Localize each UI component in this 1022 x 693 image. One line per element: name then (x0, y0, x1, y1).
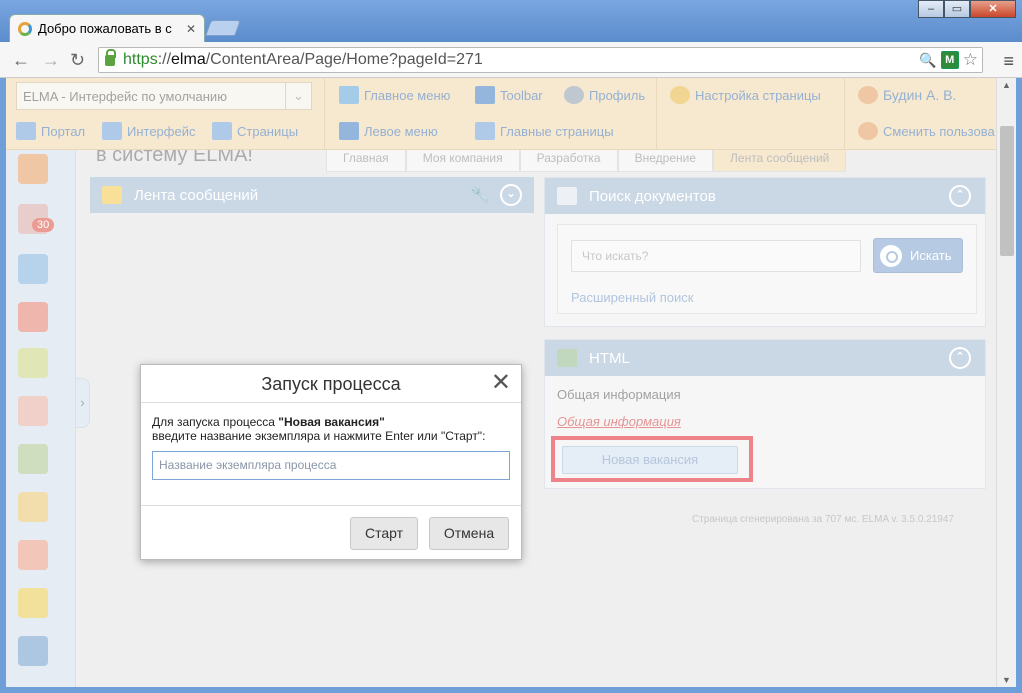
maximize-button[interactable]: ▭ (944, 0, 970, 18)
scroll-thumb[interactable] (1000, 126, 1014, 256)
close-window-button[interactable]: ✕ (970, 0, 1016, 18)
omnibox-actions: 🔍 M ☆ (919, 50, 978, 70)
page-content: в систему ELMA! Главная Моя компания Раз… (6, 78, 996, 687)
back-arrow-icon[interactable]: ← (12, 50, 30, 71)
dialog-instruction: Для запуска процесса "Новая вакансия" (152, 415, 510, 429)
browser-titlebar: Добро пожаловать в с ✕ – ▭ ✕ (0, 0, 1022, 42)
dialog-process-name: "Новая вакансия" (278, 415, 385, 429)
chrome-favicon-icon (18, 21, 32, 36)
dialog-text-rest: введите название экземпляра и нажмите En… (152, 429, 486, 443)
minimize-button[interactable]: – (918, 0, 944, 18)
close-icon[interactable]: ✕ (491, 371, 511, 395)
dialog-footer: Старт Отмена (141, 505, 521, 560)
scroll-down-icon[interactable]: ▼ (1002, 675, 1011, 685)
tab-title: Добро пожаловать в с (38, 21, 172, 36)
dialog-title: Запуск процесса (141, 365, 521, 403)
reload-icon[interactable]: ↻ (70, 50, 85, 71)
process-instance-name-input[interactable]: Название экземпляра процесса (152, 451, 510, 480)
zoom-icon[interactable]: 🔍 (919, 52, 936, 69)
window-controls: – ▭ ✕ (918, 0, 1016, 18)
dialog-body: Для запуска процесса "Новая вакансия" вв… (141, 403, 521, 480)
browser-toolbar: ← → ↻ https://elma/ContentArea/Page/Home… (0, 42, 1022, 78)
new-tab-button[interactable] (205, 20, 241, 36)
bookmark-star-icon[interactable]: ☆ (963, 50, 978, 70)
tab-close-icon[interactable]: ✕ (186, 22, 196, 36)
dialog-text-prefix: Для запуска процесса (152, 415, 279, 429)
address-bar[interactable]: https://elma/ContentArea/Page/Home?pageI… (98, 47, 983, 73)
scroll-up-icon[interactable]: ▲ (1002, 80, 1011, 90)
url-text: https://elma/ContentArea/Page/Home?pageI… (123, 51, 483, 68)
browser-tab[interactable]: Добро пожаловать в с ✕ (9, 14, 205, 42)
lock-icon (105, 48, 116, 66)
forward-arrow-icon[interactable]: → (42, 50, 60, 71)
start-process-dialog: Запуск процесса ✕ Для запуска процесса "… (140, 364, 522, 560)
cancel-button[interactable]: Отмена (429, 517, 509, 550)
extension-icon[interactable]: M (940, 51, 959, 69)
page-scrollbar[interactable]: ▲ ▼ (996, 78, 1016, 687)
browser-menu-icon[interactable]: ≡ (1003, 51, 1014, 72)
start-button[interactable]: Старт (350, 517, 418, 550)
